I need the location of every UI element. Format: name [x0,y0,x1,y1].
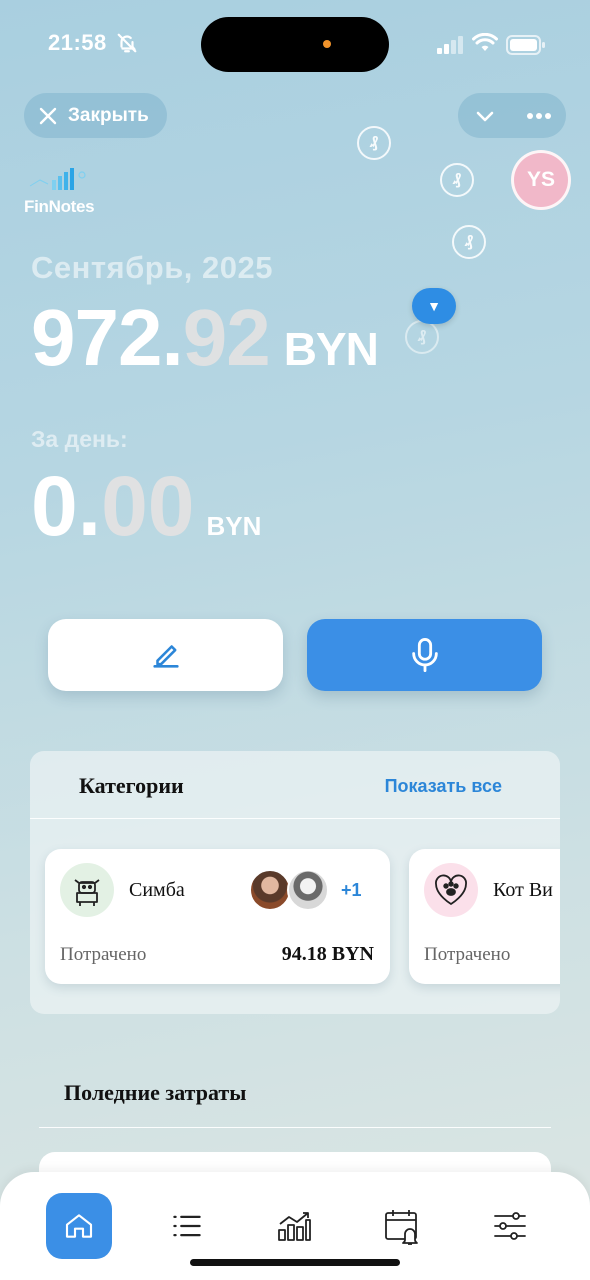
triangle-down-icon: ▼ [427,298,441,314]
category-card[interactable]: Симба +1 Потрачено 94.18 BYN [45,849,390,984]
status-time: 21:58 [48,30,107,55]
tab-home[interactable] [46,1193,112,1259]
home-icon [65,1214,93,1238]
finnotes-logo: FinNotes [24,166,104,217]
divider [39,1127,551,1128]
category-name: Кот Ви [493,879,553,901]
calendar-bell-icon [385,1210,418,1245]
chevron-down-icon[interactable] [473,104,497,128]
battery-icon [506,35,545,55]
paw-heart-icon [424,863,478,917]
recent-expenses-title: Поледние затраты [64,1080,247,1105]
member-avatar [287,869,329,911]
more-icon[interactable] [526,112,552,120]
wifi-icon [472,33,498,51]
currency-bubble-icon: ₰ [452,225,486,259]
total-currency: BYN [283,323,379,375]
cow-icon [60,863,114,917]
month-total: 972. 92 BYN [31,292,379,384]
close-icon [39,107,57,124]
spent-label: Потрачено [60,944,147,965]
microphone-icon [411,638,438,672]
spent-value: 94.18 BYN [281,943,374,965]
categories-panel: Категории Показать все Симба +1 Потрачен… [30,751,560,1014]
add-expense-voice-button[interactable] [307,619,542,691]
spent-label: Потрачено [424,944,511,965]
currency-bubble-icon: ₰ [405,320,439,354]
user-avatar[interactable]: YS [511,150,571,210]
categories-title: Категории [79,773,184,798]
per-day-total: 0. 00 BYN [31,458,261,555]
chart-icon [278,1212,311,1241]
period-dropdown-button[interactable]: ▼ [412,288,456,324]
tab-statistics[interactable] [261,1193,327,1259]
category-name: Симба [129,879,185,901]
bell-off-icon [117,33,137,53]
per-day-decimal: 00 [101,459,195,553]
per-day-currency: BYN [206,511,262,541]
extra-members-count: +1 [341,879,362,900]
member-avatar [249,869,291,911]
mini-app-controls [458,93,566,138]
tab-list[interactable] [154,1193,220,1259]
close-label: Закрыть [68,104,149,126]
currency-bubble-icon: ₰ [440,163,474,197]
per-day-integer: 0. [31,459,102,553]
close-button[interactable]: Закрыть [24,93,167,138]
privacy-indicator [323,40,331,48]
dynamic-island [201,17,389,72]
pencil-icon [152,645,179,668]
logo-text: FinNotes [24,197,95,216]
divider [30,818,560,819]
show-all-categories-link[interactable]: Показать все [385,776,502,797]
per-day-label: За день: [31,426,128,452]
list-icon [173,1215,201,1237]
logo-bars-icon [29,168,86,190]
home-indicator [190,1259,400,1266]
cellular-signal-icon [437,36,463,54]
tab-reminders[interactable] [369,1193,435,1259]
category-card[interactable]: Кот Ви Потрачено [409,849,560,984]
add-expense-manual-button[interactable] [48,619,283,691]
sliders-icon [494,1212,526,1240]
currency-bubble-icon: ₰ [357,126,391,160]
members-group: +1 [249,869,362,911]
tab-settings[interactable] [477,1193,543,1259]
period-label: Сентябрь, 2025 [31,250,273,285]
total-decimal: 92 [182,293,271,382]
total-integer: 972. [31,293,184,382]
